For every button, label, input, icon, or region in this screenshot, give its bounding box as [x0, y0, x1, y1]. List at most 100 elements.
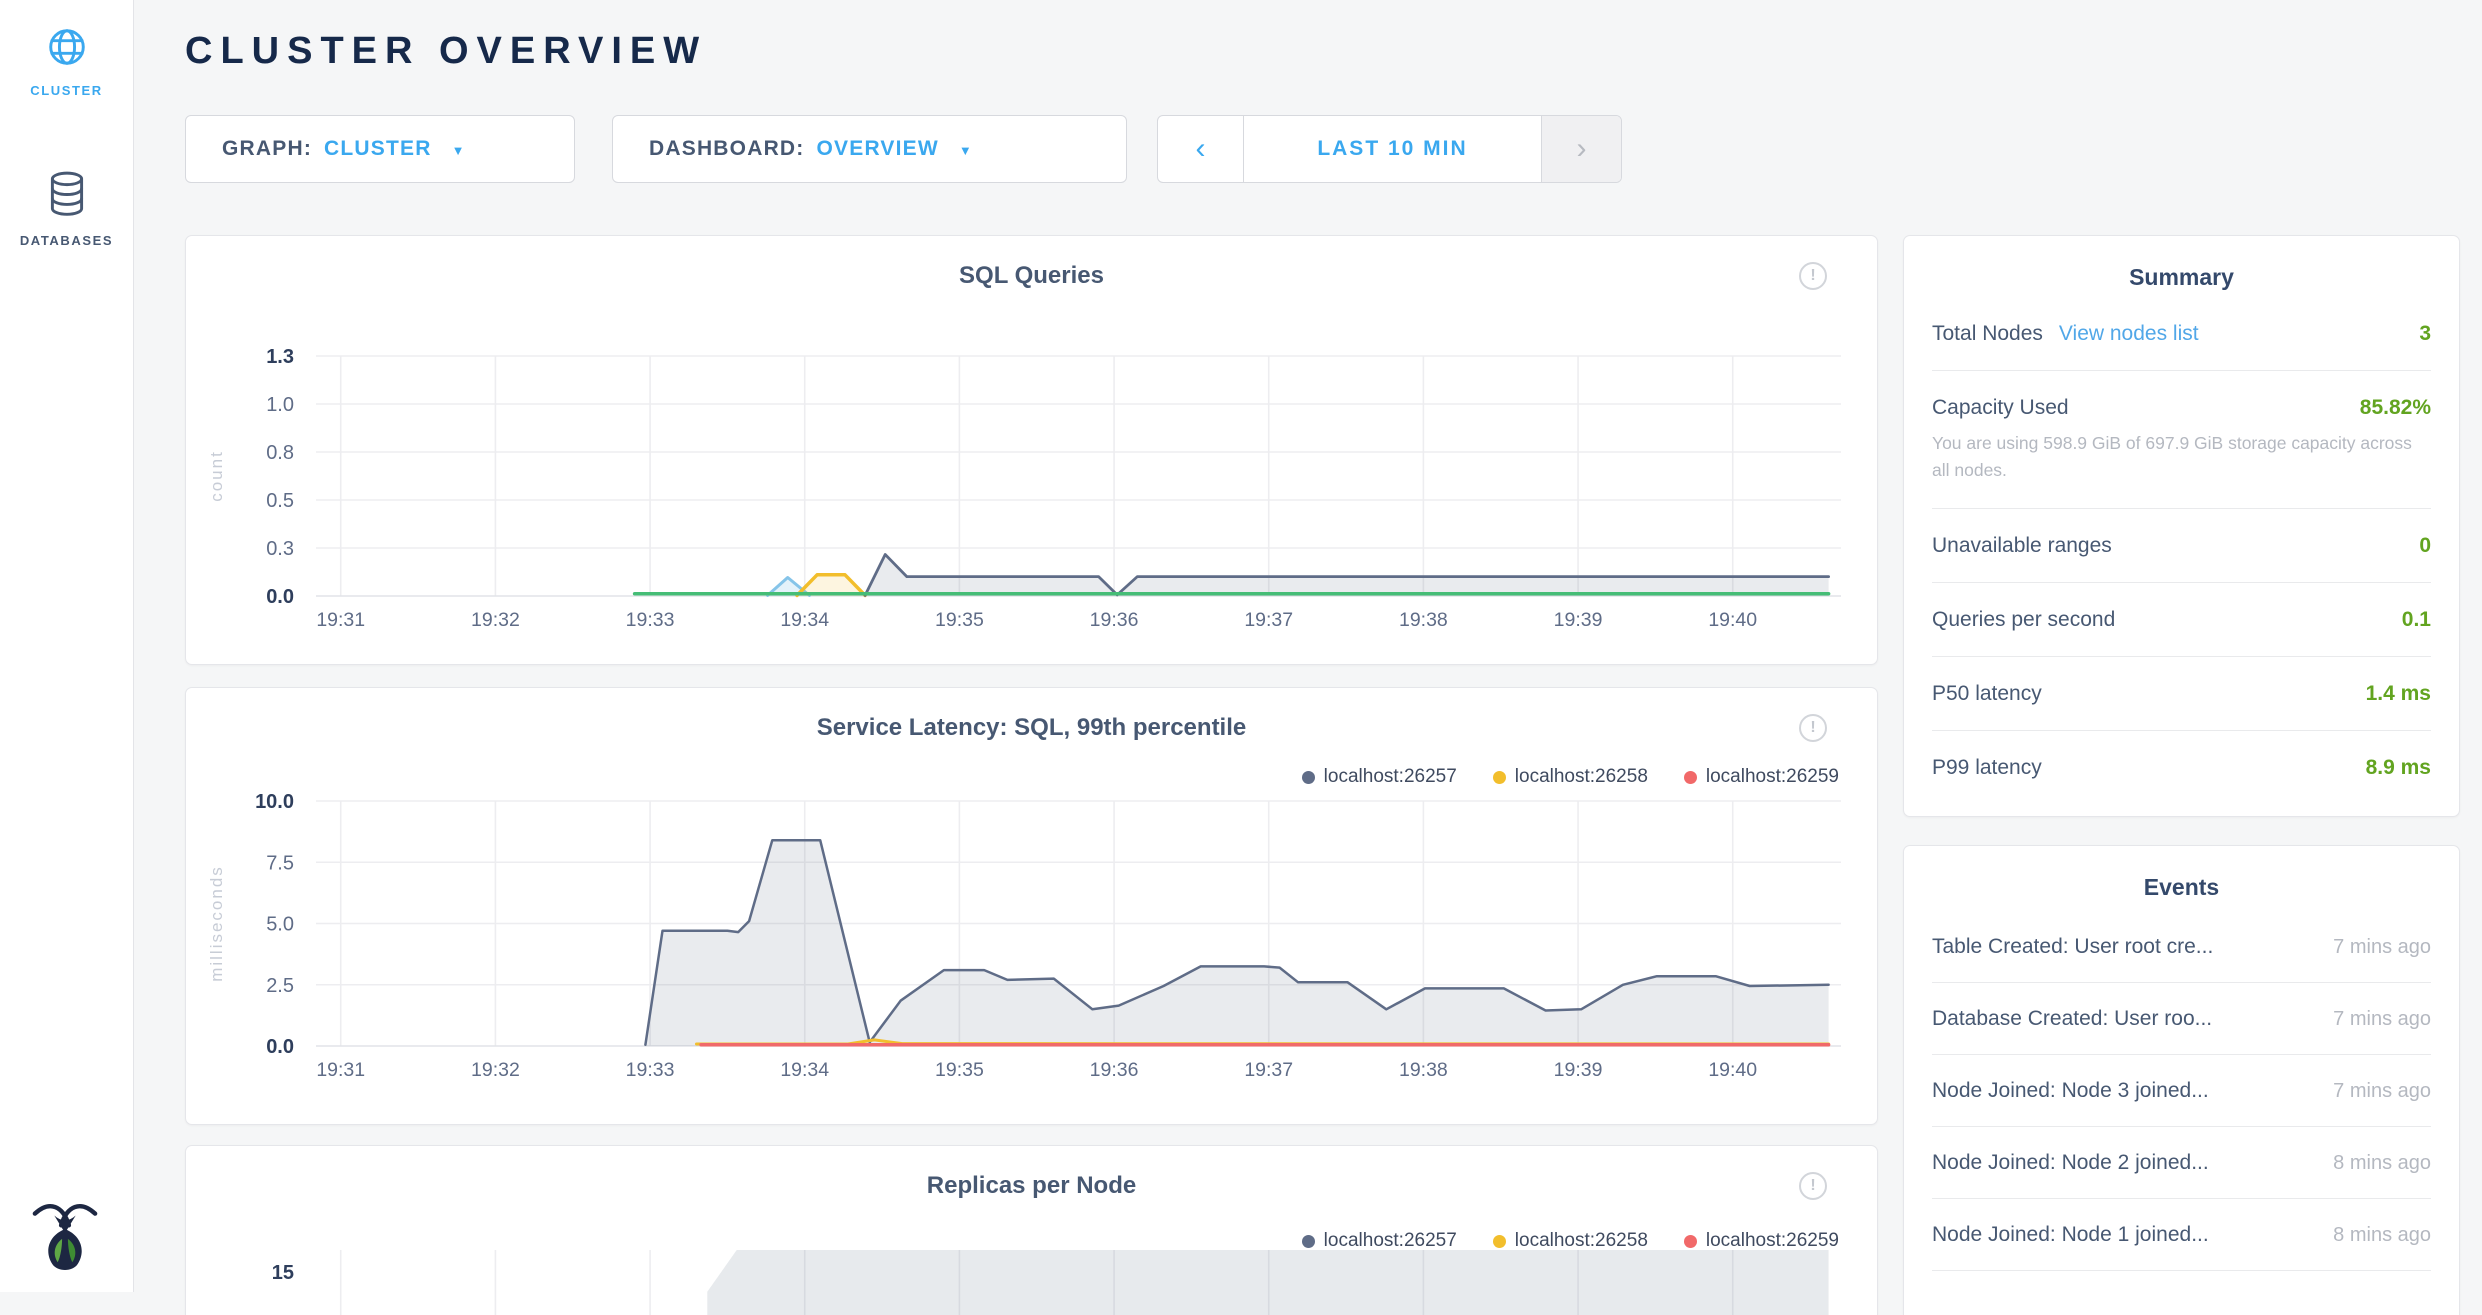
summary-row-queries-per-second: Queries per second 0.1	[1932, 583, 2431, 657]
info-icon[interactable]: !	[1799, 1172, 1827, 1200]
y-axis-tick-label: 0.0	[266, 1036, 294, 1058]
info-icon[interactable]: !	[1799, 262, 1827, 290]
event-row[interactable]: Node Joined: Node 3 joined... 7 mins ago	[1932, 1055, 2431, 1127]
sql-queries-panel: 19:3119:3219:3319:3419:3519:3619:3719:38…	[185, 235, 1878, 665]
chart-legend: localhost:26257 localhost:26258 localhost:…	[1302, 1230, 1839, 1252]
legend-item[interactable]: localhost:26258	[1493, 766, 1648, 788]
y-axis-tick-label: 5.0	[266, 914, 294, 936]
event-text: Node Joined: Node 2 joined...	[1932, 1151, 2209, 1175]
summary-row-capacity-used: Capacity Used 85.82% You are using 598.9…	[1932, 371, 2431, 509]
replicas-per-node-panel: 19:3119:3219:3319:3419:3519:3619:3719:38…	[185, 1145, 1878, 1315]
x-axis-tick-label: 19:39	[1554, 609, 1603, 631]
chart-canvas[interactable]: 19:3119:3219:3319:3419:3519:3619:3719:38…	[186, 236, 1879, 666]
chart-title: SQL Queries	[186, 262, 1877, 290]
graph-dropdown[interactable]: GRAPH: CLUSTER ▼	[185, 115, 575, 183]
legend-dot-icon	[1684, 771, 1697, 784]
summary-row-total-nodes: Total Nodes View nodes list 3	[1932, 297, 2431, 371]
summary-rows: Total Nodes View nodes list 3 Capacity U…	[1904, 291, 2459, 804]
events-list: Table Created: User root cre... 7 mins a…	[1904, 901, 2459, 1271]
globe-icon	[46, 55, 88, 72]
summary-row-value: 3	[2419, 322, 2431, 346]
x-axis-tick-label: 19:38	[1399, 1059, 1448, 1081]
event-row[interactable]: Node Joined: Node 2 joined... 8 mins ago	[1932, 1127, 2431, 1199]
cockroachdb-logo[interactable]	[30, 1196, 100, 1279]
series-area	[645, 840, 1828, 1046]
legend-dot-icon	[1684, 1235, 1697, 1248]
y-axis-tick-label: 2.5	[266, 975, 294, 997]
event-text: Node Joined: Node 1 joined...	[1932, 1223, 2209, 1247]
summary-row-value: 85.82%	[2360, 396, 2431, 420]
x-axis-tick-label: 19:34	[780, 609, 829, 631]
y-axis-tick-label: 1.0	[266, 394, 294, 416]
legend-item[interactable]: localhost:26259	[1684, 1230, 1839, 1252]
x-axis-tick-label: 19:38	[1399, 609, 1448, 631]
time-range-prev-button[interactable]: ‹	[1158, 116, 1244, 182]
x-axis-tick-label: 19:36	[1090, 1059, 1139, 1081]
event-text: Table Created: User root cre...	[1932, 935, 2213, 959]
summary-row-subtext: You are using 598.9 GiB of 697.9 GiB sto…	[1932, 430, 2431, 484]
page-title: CLUSTER OVERVIEW	[185, 30, 707, 73]
legend-label: localhost:26258	[1515, 766, 1648, 788]
series-area	[707, 1250, 1828, 1315]
graph-dropdown-label: GRAPH:	[222, 137, 312, 161]
summary-row-label: Capacity Used	[1932, 396, 2069, 420]
event-row[interactable]: Database Created: User roo... 7 mins ago	[1932, 983, 2431, 1055]
graph-dropdown-value: CLUSTER	[324, 137, 432, 161]
summary-row-label: Queries per second	[1932, 608, 2115, 632]
event-time: 7 mins ago	[2333, 1080, 2431, 1103]
summary-title: Summary	[1904, 236, 2459, 291]
y-axis-tick-label: 0.8	[266, 442, 294, 464]
legend-dot-icon	[1302, 1235, 1315, 1248]
summary-row-value: 1.4 ms	[2366, 682, 2431, 706]
service-latency-panel: 19:3119:3219:3319:3419:3519:3619:3719:38…	[185, 687, 1878, 1125]
event-row[interactable]: Node Joined: Node 1 joined... 8 mins ago	[1932, 1199, 2431, 1271]
view-nodes-list-link[interactable]: View nodes list	[2059, 322, 2199, 346]
database-icon	[46, 205, 88, 222]
event-time: 7 mins ago	[2333, 1008, 2431, 1031]
summary-row-p50-latency: P50 latency 1.4 ms	[1932, 657, 2431, 731]
chart-canvas[interactable]: 19:3119:3219:3319:3419:3519:3619:3719:38…	[186, 688, 1879, 1126]
legend-item[interactable]: localhost:26257	[1302, 766, 1457, 788]
x-axis-tick-label: 19:35	[935, 609, 984, 631]
summary-row-label: Total Nodes	[1932, 322, 2043, 346]
dashboard-dropdown[interactable]: DASHBOARD: OVERVIEW ▼	[612, 115, 1127, 183]
x-axis-tick-label: 19:37	[1244, 609, 1293, 631]
x-axis-tick-label: 19:32	[471, 1059, 520, 1081]
dashboard-dropdown-label: DASHBOARD:	[649, 137, 805, 161]
x-axis-tick-label: 19:35	[935, 1059, 984, 1081]
chart-title: Service Latency: SQL, 99th percentile	[186, 714, 1877, 742]
legend-item[interactable]: localhost:26258	[1493, 1230, 1648, 1252]
legend-label: localhost:26257	[1324, 766, 1457, 788]
chevron-down-icon: ▼	[959, 143, 972, 158]
y-axis-tick-label: 15	[272, 1262, 294, 1284]
dashboard-dropdown-value: OVERVIEW	[817, 137, 939, 161]
event-time: 8 mins ago	[2333, 1224, 2431, 1247]
y-axis-tick-label: 0.5	[266, 490, 294, 512]
summary-panel: Summary Total Nodes View nodes list 3 Ca…	[1903, 235, 2460, 817]
legend-label: localhost:26257	[1324, 1230, 1457, 1252]
summary-row-value: 8.9 ms	[2366, 756, 2431, 780]
sidebar-item-cluster[interactable]: CLUSTER	[0, 26, 133, 98]
summary-row-label: P99 latency	[1932, 756, 2042, 780]
event-row[interactable]: Table Created: User root cre... 7 mins a…	[1932, 911, 2431, 983]
info-icon[interactable]: !	[1799, 714, 1827, 742]
sidebar-item-databases[interactable]: DATABASES	[0, 170, 133, 248]
x-axis-tick-label: 19:32	[471, 609, 520, 631]
x-axis-tick-label: 19:34	[780, 1059, 829, 1081]
legend-item[interactable]: localhost:26259	[1684, 766, 1839, 788]
summary-row-label: P50 latency	[1932, 682, 2042, 706]
chart-legend: localhost:26257 localhost:26258 localhost:…	[1302, 766, 1839, 788]
x-axis-tick-label: 19:31	[316, 609, 365, 631]
legend-dot-icon	[1302, 771, 1315, 784]
y-axis-tick-label: 7.5	[266, 852, 294, 874]
x-axis-tick-label: 19:40	[1708, 1059, 1757, 1081]
time-range-next-button[interactable]: ›	[1541, 116, 1621, 182]
summary-row-unavailable-ranges: Unavailable ranges 0	[1932, 509, 2431, 583]
legend-dot-icon	[1493, 771, 1506, 784]
legend-item[interactable]: localhost:26257	[1302, 1230, 1457, 1252]
x-axis-tick-label: 19:33	[626, 609, 675, 631]
summary-row-value: 0	[2419, 534, 2431, 558]
x-axis-tick-label: 19:39	[1554, 1059, 1603, 1081]
sidebar: CLUSTER DATABASES	[0, 0, 134, 1292]
time-range-value[interactable]: LAST 10 MIN	[1244, 116, 1541, 182]
